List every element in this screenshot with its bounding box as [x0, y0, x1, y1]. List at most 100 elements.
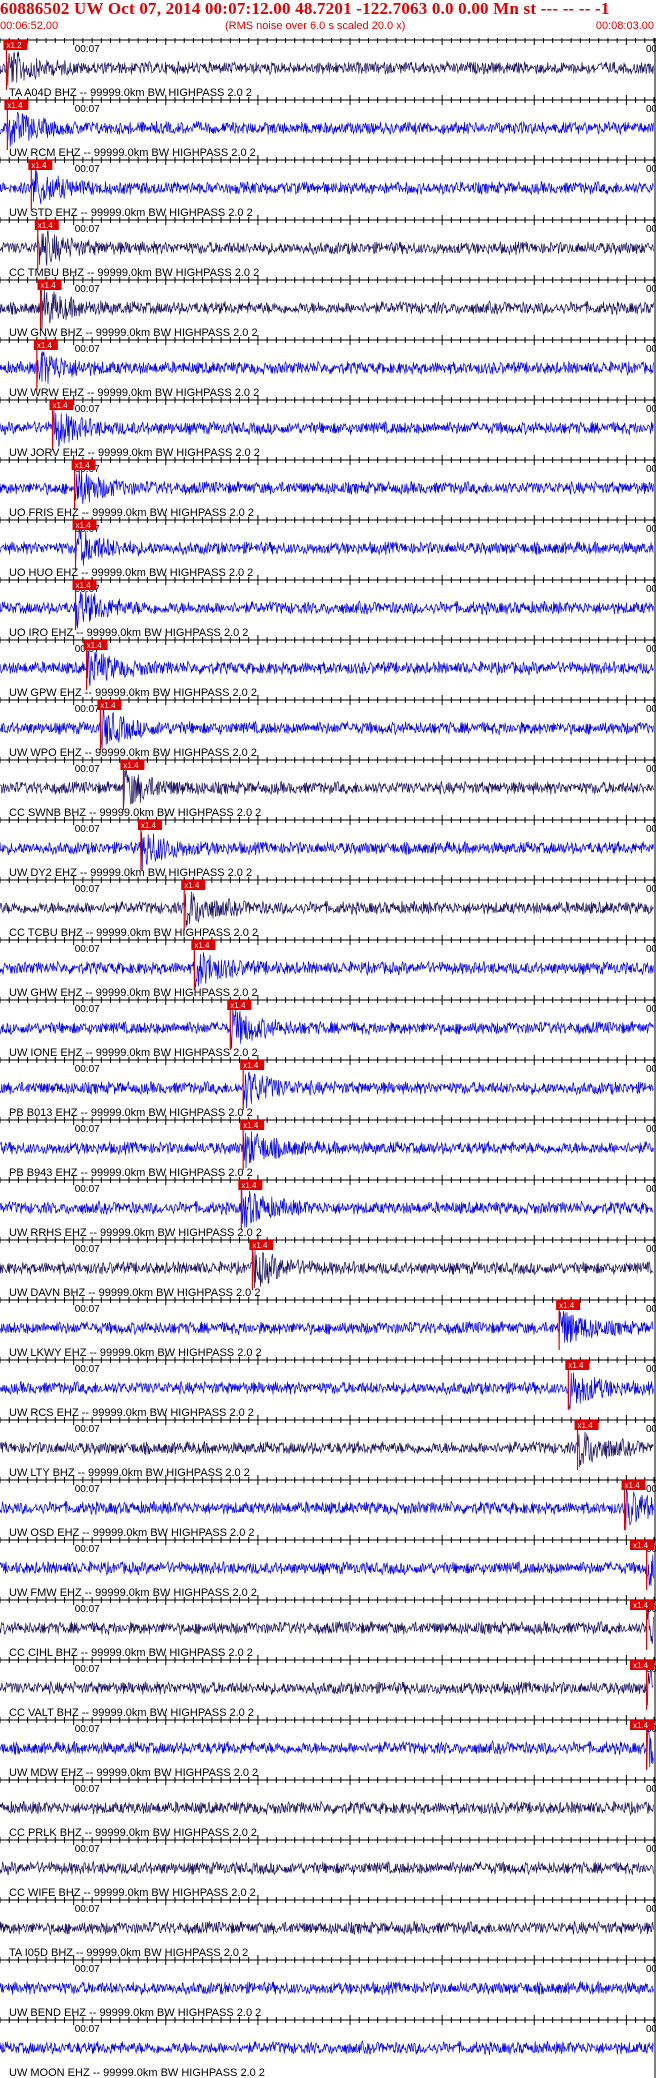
tick-label: 00:07: [75, 1364, 100, 1375]
trace-row: 00:0700:0x1.4UW LTY BHZ -- 99999.0km BW …: [0, 1415, 656, 1479]
station-label: UW MOON EHZ -- 99999.0km BW HIGHPASS 2.0…: [9, 2067, 265, 2078]
pick-label: x1.4: [41, 281, 57, 290]
station-label: UW JORV EHZ -- 99999.0km BW HIGHPASS 2.0…: [9, 447, 260, 459]
tick-label: 00:07: [75, 284, 100, 295]
pick-label: x1.4: [100, 701, 116, 710]
pick-label: x1.4: [7, 101, 23, 110]
trace-row: 00:0700:0x1.4UW MDW EHZ -- 99999.0km BW …: [0, 1715, 656, 1779]
waveform: [0, 891, 654, 928]
end-time: 00:08:03.00: [595, 20, 654, 32]
station-label: TA A04D BHZ -- 99999.0km BW HIGHPASS 2.0…: [9, 87, 252, 99]
waveform: [0, 1800, 654, 1817]
tick-label: 00:07: [75, 704, 100, 715]
pick-label: x1.4: [243, 1121, 259, 1130]
waveform: [0, 1489, 654, 1531]
rms-note: (RMS noise over 6.0 s scaled 20.0 x): [225, 20, 406, 32]
tick-label: 00:07: [75, 1664, 100, 1675]
waveform: [0, 230, 654, 266]
trace-row: 00:0700:0x1.4UW JORV EHZ -- 99999.0km BW…: [0, 395, 656, 459]
trace-row: 00:0700:0x1.4UW IONE EHZ -- 99999.0km BW…: [0, 995, 656, 1059]
trace-row: 00:0700:0x1.4UW RCS EHZ -- 99999.0km BW …: [0, 1355, 656, 1419]
trace-row: 00:0700:0x1.4UW DAVN BHZ -- 99999.0km BW…: [0, 1235, 656, 1299]
tick-label: 00:07: [75, 884, 100, 895]
tick-label: 00:07: [75, 1964, 100, 1975]
tick-label: 00:07: [75, 1064, 100, 1075]
start-time: 00:06:52.00: [0, 20, 59, 32]
station-label: UW RRHS EHZ -- 99999.0km BW HIGHPASS 2.0…: [9, 1227, 262, 1239]
station-label: UW LKWY EHZ -- 99999.0km BW HIGHPASS 2.0…: [9, 1347, 262, 1359]
tick-label: 00:07: [75, 104, 100, 115]
pick-label: x1.4: [37, 341, 53, 350]
trace-row: 00:0700:0x1.4UW RCM EHZ -- 99999.0km BW …: [0, 95, 656, 159]
tick-label: 00:07: [75, 1724, 100, 1735]
waveform: [0, 111, 654, 147]
trace-row: 00:0700:0x1.4CC TMBU BHZ -- 99999.0km BW…: [0, 215, 656, 279]
tick-label: 00:07: [75, 164, 100, 175]
tick-label: 00:07: [75, 1544, 100, 1555]
tick-label: 00:07: [75, 1604, 100, 1615]
trace-row: 00:0700:0x1.4UO HUO EHZ -- 99999.0km BW …: [0, 515, 656, 579]
plot-header: 60886502 UW Oct 07, 2014 00:07:12.00 48.…: [0, 0, 656, 38]
pick-label: x1.4: [633, 1661, 649, 1670]
trace-row: 00:0700:0x1.4UW WRW EHZ -- 99999.0km BW …: [0, 335, 656, 399]
tick-label: 00:07: [75, 1184, 100, 1195]
trace-row: 00:0700:0x1.4UW DY2 EHZ -- 99999.0km BW …: [0, 815, 656, 879]
pick-label: x1.4: [194, 941, 210, 950]
tick-label: 00:07: [75, 1484, 100, 1495]
pick-label: x1.4: [230, 1001, 246, 1010]
pick-label: x1.4: [184, 881, 200, 890]
trace-row: 00:0700:0x1.4UW GHW EHZ -- 99999.0km BW …: [0, 935, 656, 999]
tick-label: 00:07: [75, 1904, 100, 1915]
station-label: UW DY2 EHZ -- 99999.0km BW HIGHPASS 2.0 …: [9, 867, 252, 879]
waveform: [0, 1372, 654, 1410]
station-label: CC SWNB BHZ -- 99999.0km BW HIGHPASS 2.0…: [9, 807, 261, 819]
tick-label: 00:07: [75, 44, 100, 55]
pick-label: x1.4: [633, 1541, 649, 1550]
waveform: [0, 1009, 654, 1049]
tick-label: 00:07: [75, 1784, 100, 1795]
waveform: [0, 410, 654, 447]
trace-row: 00:0700:0x1.4UO FRIS EHZ -- 99999.0km BW…: [0, 455, 656, 519]
pick-label: x1.4: [241, 1181, 257, 1190]
tick-label: 00:07: [75, 1004, 100, 1015]
trace-row: 00:0700:0UW BEND EHZ -- 99999.0km BW HIG…: [0, 1955, 656, 2019]
waveform: [0, 1431, 654, 1468]
tick-label: 00:07: [75, 1124, 100, 1135]
pick-label: x1.4: [76, 521, 92, 530]
pick-label: x1.4: [141, 821, 157, 830]
tick-label: 00:07: [75, 404, 100, 415]
trace-row: 00:0700:0x1.4UW GPW EHZ -- 99999.0km BW …: [0, 635, 656, 699]
pick-label: x1.4: [75, 461, 91, 470]
trace-row: 00:0700:0x1.4UO IRO EHZ -- 99999.0km BW …: [0, 575, 656, 639]
tick-label: 00:07: [75, 344, 100, 355]
pick-label: x1.4: [87, 641, 103, 650]
tick-label: 00:07: [75, 1844, 100, 1855]
waveform: [0, 769, 654, 809]
trace-row: 00:0700:0x1.4CC CIHL BHZ -- 99999.0km BW…: [0, 1595, 656, 1659]
station-label: UW BEND EHZ -- 99999.0km BW HIGHPASS 2.0…: [9, 2007, 261, 2019]
pick-label: x1.4: [38, 221, 54, 230]
waveform: [0, 1860, 654, 1876]
waveform: [0, 708, 654, 749]
pick-label: x1.4: [578, 1421, 594, 1430]
tick-label: 00:07: [75, 1244, 100, 1255]
waveform: [0, 1920, 654, 1936]
seismogram-plot: 00:0700:0x1.2TA A04D BHZ -- 99999.0km BW…: [0, 38, 656, 2078]
pick-label: x1.4: [31, 161, 47, 170]
trace-row: 00:0700:0x1.4UW STD EHZ -- 99999.0km BW …: [0, 155, 656, 219]
trace-row: 00:0700:0x1.4UW RRHS EHZ -- 99999.0km BW…: [0, 1175, 656, 1239]
trace-row: 00:0700:0x1.4UW LKWY EHZ -- 99999.0km BW…: [0, 1295, 656, 1359]
tick-label: 00:07: [75, 1424, 100, 1435]
waveform: [0, 1071, 654, 1109]
trace-row: 00:0700:0UW MOON EHZ -- 99999.0km BW HIG…: [0, 2015, 656, 2078]
waveform: [0, 2040, 654, 2055]
pick-label: x1.4: [252, 1241, 268, 1250]
trace-row: 00:0700:0x1.4CC SWNB BHZ -- 99999.0km BW…: [0, 755, 656, 819]
tick-label: 00:07: [75, 824, 100, 835]
trace-row: 00:0700:0x1.4PB B943 EHZ -- 99999.0km BW…: [0, 1115, 656, 1179]
waveform: [0, 1980, 654, 1996]
waveform: [0, 1131, 654, 1169]
trace-row: 00:0700:0CC PRLK BHZ -- 99999.0km BW HIG…: [0, 1775, 656, 1839]
waveform: [0, 51, 654, 86]
trace-row: 00:0700:0x1.2TA A04D BHZ -- 99999.0km BW…: [0, 38, 656, 99]
